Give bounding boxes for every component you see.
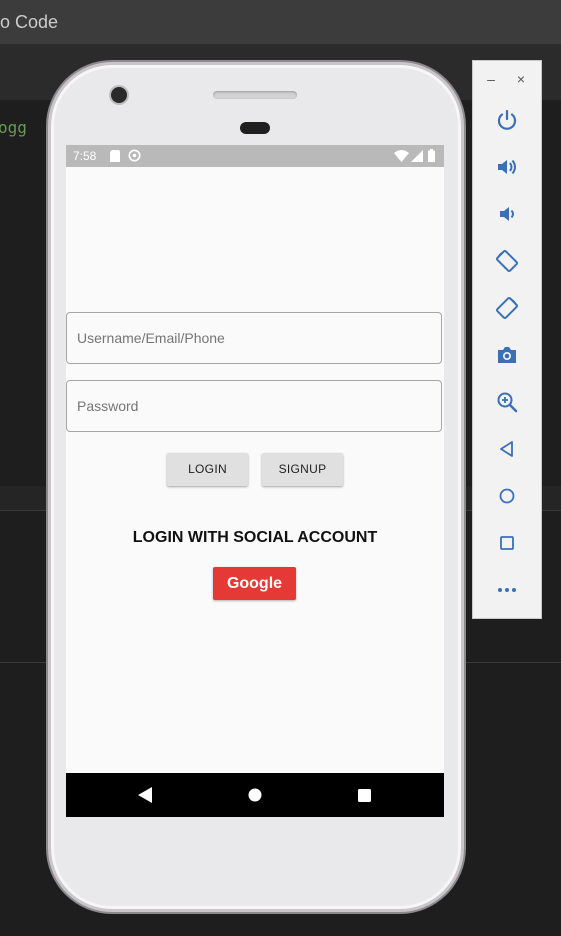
earpiece-speaker	[213, 91, 297, 99]
sd-card-icon	[110, 150, 120, 165]
more-icon[interactable]	[493, 576, 521, 604]
close-icon[interactable]: ×	[512, 71, 530, 87]
code-fragment: ogg	[0, 118, 27, 137]
home-icon[interactable]	[235, 773, 275, 817]
status-bar: 7:58	[66, 145, 444, 167]
password-input[interactable]: Password	[66, 380, 442, 432]
zoom-icon[interactable]	[493, 388, 521, 416]
google-login-button[interactable]: Google	[213, 567, 296, 600]
screenshot-icon[interactable]	[493, 341, 521, 369]
status-time: 7:58	[73, 149, 97, 163]
rotate-left-icon[interactable]	[493, 247, 521, 275]
phone-screen: 7:58 Username/Email/Phone Password LOGIN…	[66, 145, 444, 817]
wifi-icon	[394, 150, 409, 165]
back-icon[interactable]	[493, 435, 521, 463]
editor-titlebar: io Code	[0, 0, 561, 44]
emulator-toolbar: – ×	[472, 60, 542, 619]
front-camera-icon	[111, 87, 127, 103]
proximity-sensor	[240, 122, 270, 134]
signal-icon	[411, 150, 423, 165]
signup-button[interactable]: SIGNUP	[262, 453, 343, 486]
back-icon[interactable]	[125, 773, 165, 817]
home-icon[interactable]	[493, 482, 521, 510]
sync-icon	[128, 149, 141, 165]
power-icon[interactable]	[493, 106, 521, 134]
minimize-icon[interactable]: –	[482, 71, 500, 87]
username-input[interactable]: Username/Email/Phone	[66, 312, 442, 364]
overview-icon[interactable]	[493, 529, 521, 557]
social-login-heading: LOGIN WITH SOCIAL ACCOUNT	[132, 529, 378, 546]
battery-icon	[428, 149, 435, 165]
rotate-right-icon[interactable]	[493, 294, 521, 322]
recents-icon[interactable]	[344, 773, 384, 817]
volume-up-icon[interactable]	[493, 153, 521, 181]
volume-down-icon[interactable]	[493, 200, 521, 228]
login-button[interactable]: LOGIN	[167, 453, 248, 486]
window-title: io Code	[0, 12, 59, 32]
android-nav-bar	[66, 773, 444, 817]
